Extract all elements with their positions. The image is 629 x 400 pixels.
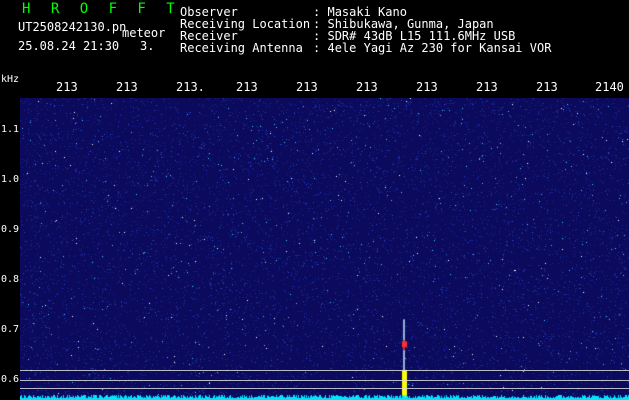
spectrogram-canvas [20, 98, 629, 400]
freq-tick: 0.7 [1, 324, 20, 335]
header-panel: H R O F F T UT2508242130.pn meteor 25.08… [0, 0, 629, 72]
time-tick: 213 [56, 80, 78, 94]
time-axis: 213 213 213. 213 213 213 213 213 213 214… [20, 72, 629, 98]
time-tick: 213 [476, 80, 498, 94]
freq-tick: 1.1 [1, 124, 20, 135]
freq-tick: 0.9 [1, 224, 20, 235]
frequency-unit: kHz [1, 74, 20, 85]
reference-line [20, 380, 629, 381]
spectrogram [20, 98, 629, 400]
time-tick: 2140 [595, 80, 624, 94]
time-tick: 213 [356, 80, 378, 94]
datetime-stamp: 25.08.24 21:30 [18, 39, 120, 53]
app-title: H R O F F T [22, 1, 181, 17]
reference-line [20, 388, 629, 389]
time-tick: 213 [296, 80, 318, 94]
reference-line [20, 370, 629, 371]
time-tick: 213 [236, 80, 258, 94]
time-tick: 213 [116, 80, 138, 94]
time-tick: 213 [536, 80, 558, 94]
file-name: UT2508242130.pn [18, 20, 127, 34]
freq-tick: 1.0 [1, 174, 20, 185]
meteor-count: 3. [140, 39, 155, 53]
frequency-axis: kHz 1.1 1.0 0.9 0.8 0.7 0.6 [0, 72, 20, 400]
time-tick: 213. [176, 80, 205, 94]
meteor-label: meteor [122, 26, 166, 40]
freq-tick: 0.8 [1, 274, 20, 285]
freq-tick: 0.6 [1, 374, 20, 385]
time-tick: 213 [416, 80, 438, 94]
antenna-value: : 4ele Yagi Az 230 for Kansai VOR [313, 41, 552, 55]
antenna-label: Receiving Antenna [180, 41, 303, 55]
